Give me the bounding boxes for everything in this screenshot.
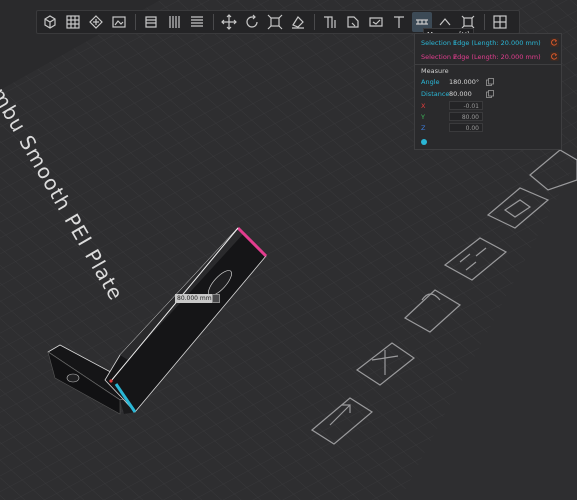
toolbar-separator (135, 14, 136, 30)
text-icon[interactable] (389, 12, 409, 32)
toolbar-separator (213, 14, 214, 30)
cut-icon[interactable] (320, 12, 340, 32)
reset-selection-1-icon[interactable] (550, 38, 559, 47)
rotate-icon[interactable] (242, 12, 262, 32)
y-value-field: 80.00 (449, 112, 483, 121)
selection-2-value: Edge (Length: 20.000 mm) (453, 53, 541, 61)
toolbar-separator (314, 14, 315, 30)
toolbar-separator (484, 14, 485, 30)
z-label: Z (421, 124, 426, 132)
y-label: Y (421, 113, 425, 121)
view-cube-icon[interactable] (40, 12, 60, 32)
copy-angle-icon[interactable] (486, 78, 494, 86)
selection-1-row: Selection 1 Edge (Length: 20.000 mm) (421, 38, 559, 48)
distance-label-panel: Distance (421, 90, 450, 98)
lay-flat-icon[interactable] (288, 12, 308, 32)
panel-divider (415, 64, 561, 65)
x-value-field: -0.01 (449, 101, 483, 110)
selection-2-label: Selection 2 (421, 53, 458, 61)
arrange-icon[interactable] (490, 12, 510, 32)
edit-distance-button[interactable] (212, 294, 220, 303)
orient-icon[interactable] (86, 12, 106, 32)
list-icon[interactable] (187, 12, 207, 32)
slice-view-icon[interactable] (164, 12, 184, 32)
selection-1-label: Selection 1 (421, 39, 458, 47)
distance-label: 80.000 mm (175, 294, 214, 303)
scale-icon[interactable] (265, 12, 285, 32)
seam-paint-icon[interactable] (366, 12, 386, 32)
reset-selection-2-icon[interactable] (550, 52, 559, 61)
layers-icon[interactable] (141, 12, 161, 32)
support-paint-icon[interactable] (343, 12, 363, 32)
x-label: X (421, 102, 426, 110)
help-dot-icon[interactable] (421, 139, 427, 145)
image-view-icon[interactable] (109, 12, 129, 32)
z-value-field: 0.00 (449, 123, 483, 132)
measure-panel: Selection 1 Edge (Length: 20.000 mm) Sel… (414, 33, 562, 150)
copy-distance-icon[interactable] (486, 90, 494, 98)
selection-1-value: Edge (Length: 20.000 mm) (453, 39, 541, 47)
grid-view-icon[interactable] (63, 12, 83, 32)
angle-value: 180.000° (449, 78, 480, 86)
angle-label: Angle (421, 78, 440, 86)
move-icon[interactable] (219, 12, 239, 32)
selection-2-row: Selection 2 Edge (Length: 20.000 mm) (421, 52, 559, 62)
measure-section-title: Measure (421, 67, 449, 75)
